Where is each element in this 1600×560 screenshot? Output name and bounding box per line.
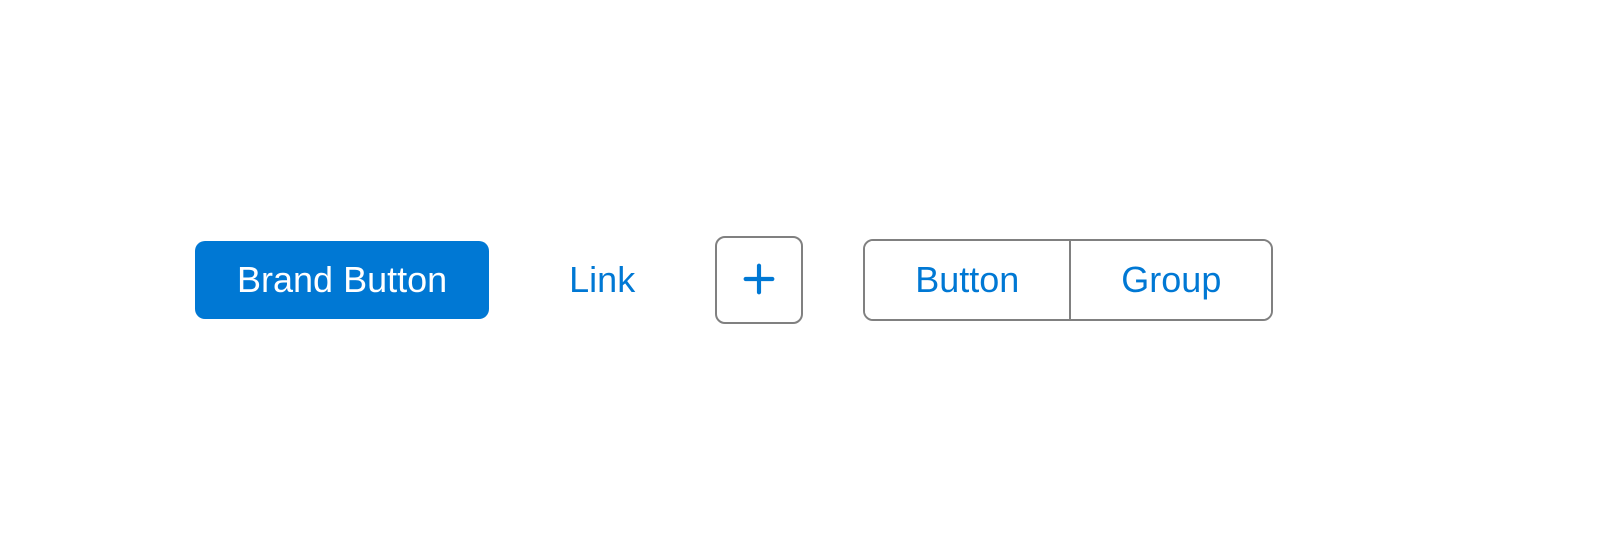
brand-button[interactable]: Brand Button	[195, 241, 489, 319]
button-group-item-2-label: Group	[1121, 259, 1221, 300]
button-group: Button Group	[863, 239, 1273, 321]
link-button[interactable]: Link	[549, 241, 655, 319]
icon-button[interactable]	[715, 236, 803, 324]
button-group-item-1[interactable]: Button	[865, 241, 1071, 319]
button-group-item-1-label: Button	[915, 259, 1019, 300]
button-group-item-2[interactable]: Group	[1071, 241, 1271, 319]
plus-icon	[739, 259, 779, 302]
link-button-label: Link	[569, 259, 635, 300]
brand-button-label: Brand Button	[237, 259, 447, 300]
button-row: Brand Button Link Button Group	[195, 236, 1273, 324]
